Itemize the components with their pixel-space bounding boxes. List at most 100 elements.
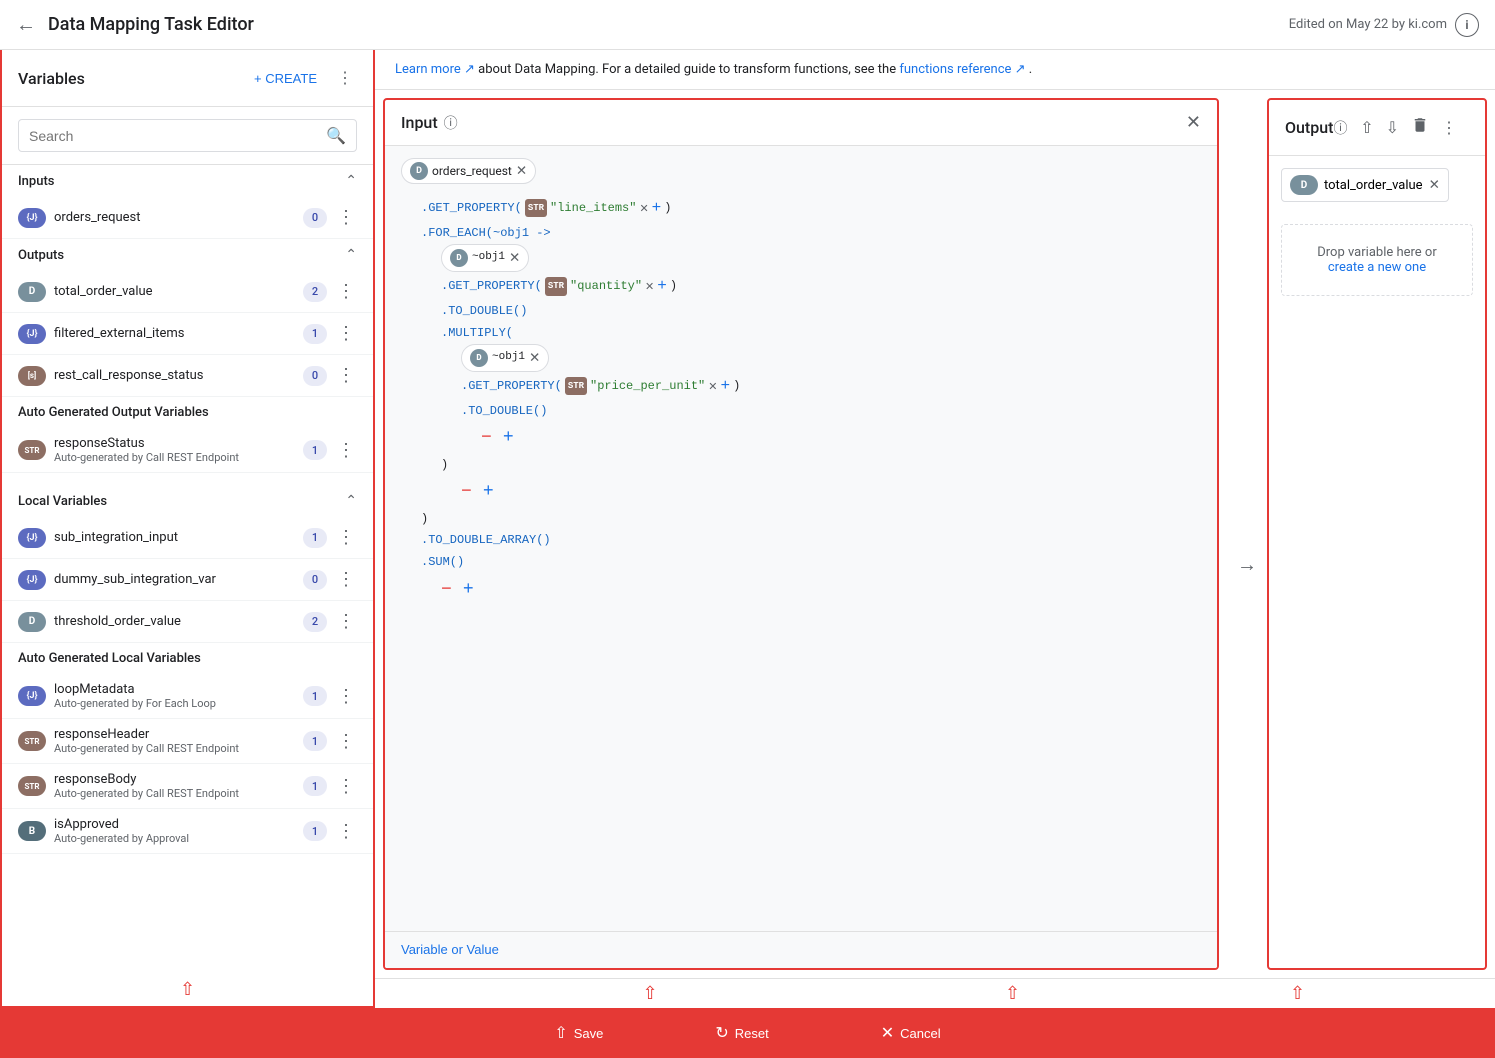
expr-line: .SUM() xyxy=(401,552,1201,574)
more-options-button[interactable]: ⋮ xyxy=(335,774,357,799)
remove-btn[interactable]: − xyxy=(461,476,472,508)
input-panel-content: D orders_request ✕ .GET_PROPERTY( STR "l… xyxy=(385,146,1217,931)
input-up-arrow: ⇧ xyxy=(925,983,1100,1004)
outputs-section-header[interactable]: Outputs ⌃ xyxy=(2,239,373,271)
orders-request-chip[interactable]: D orders_request ✕ xyxy=(401,158,536,184)
more-options-button[interactable]: ⋮ xyxy=(335,321,357,346)
learn-more-link[interactable]: Learn more ↗ xyxy=(395,62,475,77)
list-item: D total_order_value 2 ⋮ xyxy=(2,271,373,313)
remove-btn[interactable]: − xyxy=(441,574,452,606)
add-param-button[interactable]: + xyxy=(652,194,662,223)
add-param-button[interactable]: + xyxy=(657,272,667,301)
type-badge: D xyxy=(18,282,46,302)
functions-reference-link[interactable]: functions reference ↗ xyxy=(899,62,1025,77)
more-options-button[interactable]: ⋮ xyxy=(335,567,357,592)
chip-close-button[interactable]: ✕ xyxy=(1429,177,1440,193)
create-new-link[interactable]: create a new one xyxy=(1328,260,1426,275)
count-badge: 0 xyxy=(303,366,327,386)
obj1-chip2[interactable]: D ~obj1 ✕ xyxy=(461,344,549,372)
variable-subtitle: Auto-generated by Approval xyxy=(54,832,295,845)
delete-button[interactable] xyxy=(1407,112,1433,143)
move-up-button[interactable]: ⇧ xyxy=(1356,114,1377,142)
back-button[interactable]: ← xyxy=(16,12,36,37)
type-badge: D xyxy=(18,612,46,632)
variable-name: responseStatus Auto-generated by Call RE… xyxy=(54,436,295,464)
list-item: STR responseHeader Auto-generated by Cal… xyxy=(2,719,373,764)
right-arrow-icon: → xyxy=(1237,552,1257,577)
more-options-button[interactable]: ⋮ xyxy=(335,205,357,230)
expr-controls-row: − + xyxy=(401,476,1201,508)
variable-name: filtered_external_items xyxy=(54,326,295,341)
auto-local-section-header[interactable]: Auto Generated Local Variables xyxy=(2,643,373,674)
add-value-button[interactable]: Variable or Value xyxy=(401,942,499,957)
remove-btn[interactable]: − xyxy=(481,422,492,454)
chip-close-button[interactable]: ✕ xyxy=(509,250,520,266)
chip-close-button[interactable]: ✕ xyxy=(516,163,527,179)
list-item: STR responseStatus Auto-generated by Cal… xyxy=(2,428,373,473)
more-options-button[interactable]: ⋮ xyxy=(335,438,357,463)
expr-line: .GET_PROPERTY( STR "price_per_unit" ✕ + … xyxy=(401,372,1201,401)
save-button[interactable]: ⇧ Save xyxy=(538,1015,619,1051)
move-down-button[interactable]: ⇩ xyxy=(1382,114,1403,142)
info-bar: Learn more ↗ about Data Mapping. For a d… xyxy=(375,50,1495,90)
more-options-button[interactable]: ⋮ xyxy=(335,729,357,754)
chip-close-button[interactable]: ✕ xyxy=(529,350,540,366)
info-period: . xyxy=(1029,62,1032,77)
add-param-button[interactable]: + xyxy=(720,372,730,401)
more-options-button[interactable]: ⋮ xyxy=(335,819,357,844)
remove-str-button[interactable]: ✕ xyxy=(645,280,654,293)
count-badge: 1 xyxy=(303,731,327,751)
inputs-section-header[interactable]: Inputs ⌃ xyxy=(2,165,373,197)
closing-paren: ) xyxy=(733,376,740,398)
info-icon[interactable]: i xyxy=(1455,13,1479,37)
search-icon: 🔍 xyxy=(326,126,346,145)
list-item: {J} sub_integration_input 1 ⋮ xyxy=(2,517,373,559)
remove-str-button[interactable]: ✕ xyxy=(708,380,717,393)
search-input[interactable] xyxy=(29,128,318,144)
collapse-sidebar-button[interactable]: ⋮ xyxy=(333,64,357,92)
more-options-button[interactable]: ⋮ xyxy=(335,684,357,709)
add-btn[interactable]: + xyxy=(483,476,494,508)
input-panel-title: Input xyxy=(401,113,438,132)
outputs-section-title: Outputs xyxy=(18,248,345,263)
variable-subtitle: Auto-generated by Call REST Endpoint xyxy=(54,742,295,755)
auto-output-section-header[interactable]: Auto Generated Output Variables xyxy=(2,397,373,428)
sidebar-bottom-indicator: ⇧ xyxy=(2,973,373,1006)
up-arrow-icon: ⇧ xyxy=(1290,983,1305,1004)
more-options-button[interactable]: ⋮ xyxy=(1437,114,1461,142)
expr-line: .MULTIPLY( xyxy=(401,323,1201,345)
obj1-chip[interactable]: D ~obj1 ✕ xyxy=(441,244,529,272)
close-input-button[interactable]: ✕ xyxy=(1186,112,1201,133)
add-btn[interactable]: + xyxy=(503,422,514,454)
more-options-button[interactable]: ⋮ xyxy=(335,279,357,304)
method-text: .TO_DOUBLE_ARRAY() xyxy=(421,530,551,552)
input-chip-row: D orders_request ✕ xyxy=(401,158,1201,184)
type-badge: {J} xyxy=(18,528,46,548)
variable-subtitle: Auto-generated by Call REST Endpoint xyxy=(54,787,295,800)
more-options-button[interactable]: ⋮ xyxy=(335,609,357,634)
method-text: .GET_PROPERTY( xyxy=(461,376,562,398)
output-info-icon[interactable]: ⓘ xyxy=(1333,118,1347,138)
more-options-button[interactable]: ⋮ xyxy=(335,363,357,388)
create-button[interactable]: + CREATE xyxy=(246,67,325,90)
reset-button[interactable]: ↻ Reset xyxy=(699,1015,784,1051)
arrow-connector: → xyxy=(1227,90,1267,978)
output-chip-area: D total_order_value ✕ xyxy=(1281,168,1473,208)
bottom-bar: ⇧ Save ↻ Reset ✕ Cancel xyxy=(0,1008,1495,1058)
remove-str-button[interactable]: ✕ xyxy=(639,202,648,215)
reset-label: Reset xyxy=(735,1026,769,1041)
more-options-button[interactable]: ⋮ xyxy=(335,525,357,550)
drop-zone[interactable]: Drop variable here or create a new one xyxy=(1281,224,1473,296)
expr-line: ) xyxy=(401,509,1201,531)
cancel-button[interactable]: ✕ Cancel xyxy=(865,1015,957,1051)
up-arrow-icon: ⇧ xyxy=(642,983,657,1004)
type-badge: STR xyxy=(18,776,46,796)
input-info-icon[interactable]: ⓘ xyxy=(444,113,458,133)
local-section-header[interactable]: Local Variables ⌃ xyxy=(2,485,373,517)
output-panel-content: D total_order_value ✕ Drop variable here… xyxy=(1269,156,1485,968)
variable-name: dummy_sub_integration_var xyxy=(54,572,295,587)
list-item: {J} dummy_sub_integration_var 0 ⋮ xyxy=(2,559,373,601)
add-btn[interactable]: + xyxy=(463,574,474,606)
inputs-section-title: Inputs xyxy=(18,174,345,189)
expr-line: .TO_DOUBLE() xyxy=(401,401,1201,423)
